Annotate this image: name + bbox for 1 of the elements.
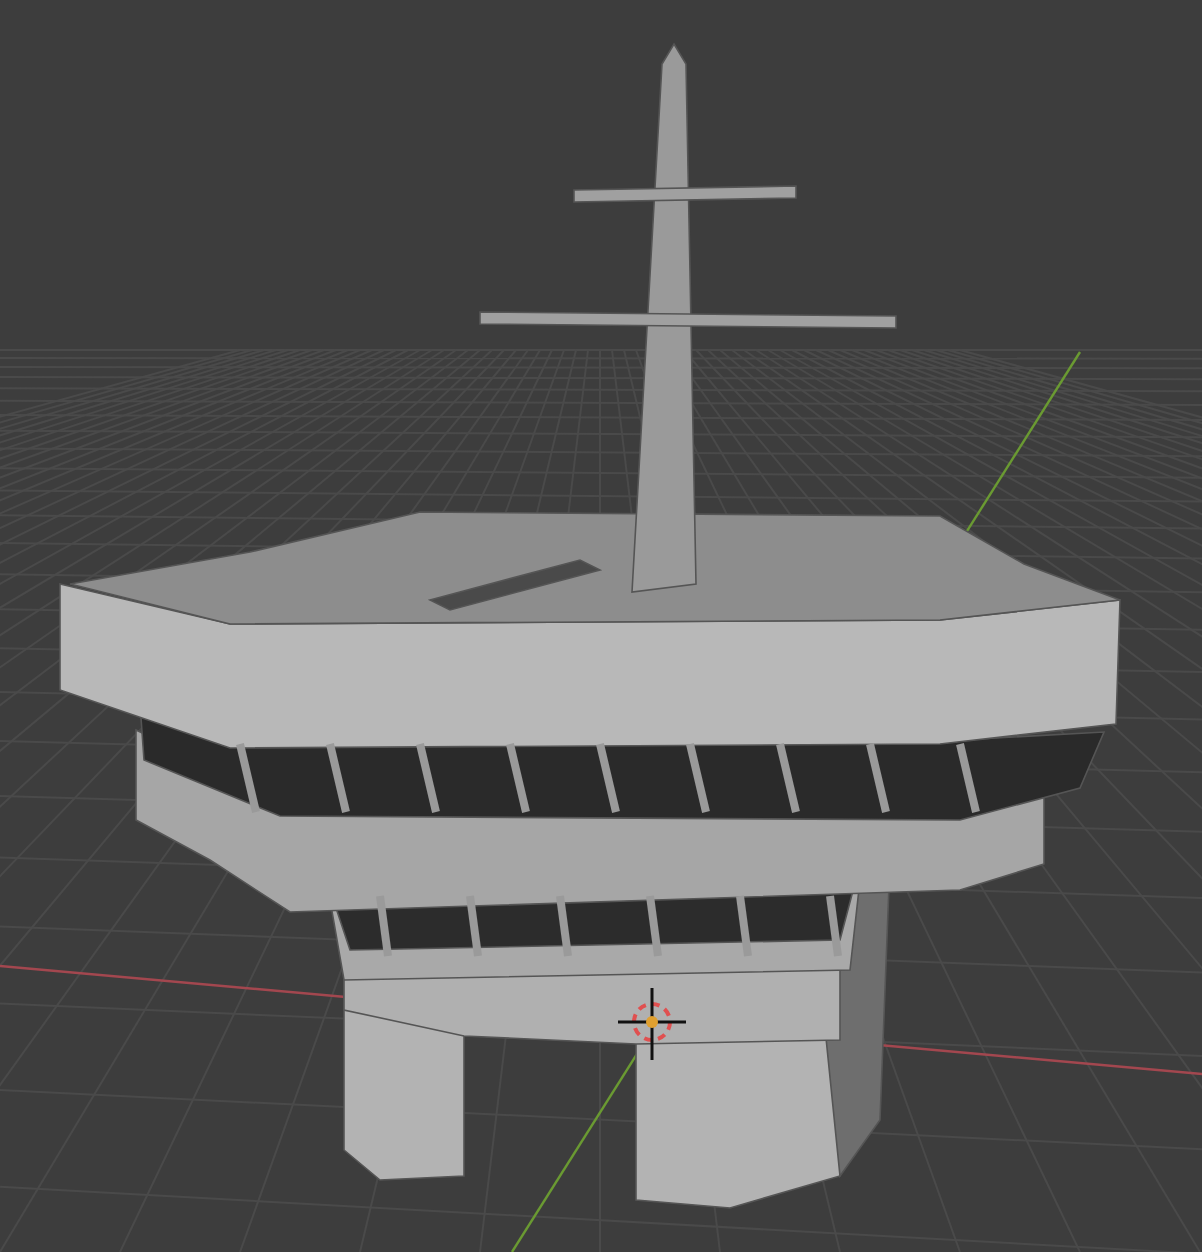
cursor-crosshair-icon[interactable]: [618, 988, 686, 1060]
